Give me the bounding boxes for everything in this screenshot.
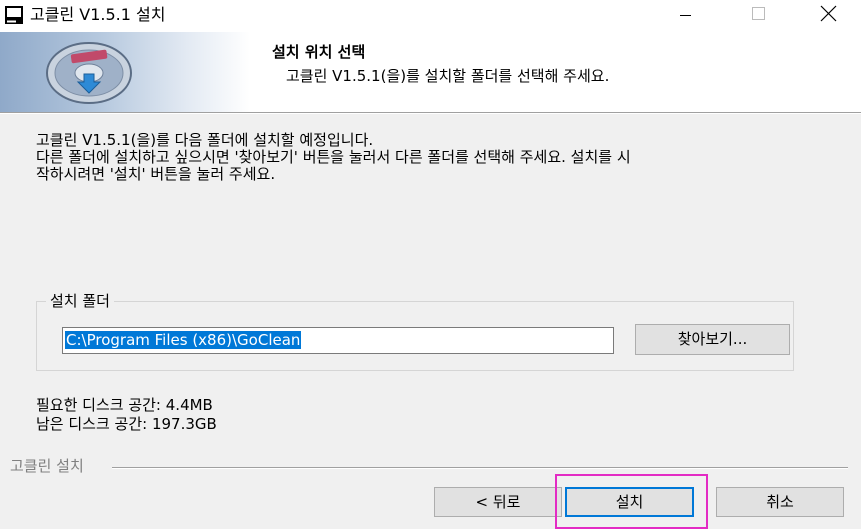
available-space: 남은 디스크 공간: 197.3GB (36, 415, 217, 433)
title-bar: 고클린 V1.5.1 설치 (0, 0, 861, 32)
footer-brand-label: 고클린 설치 (10, 456, 88, 476)
install-path-input[interactable]: C:\Program Files (x86)\GoClean (62, 327, 614, 354)
maximize-icon (752, 7, 765, 20)
page-subtitle: 고클린 V1.5.1(을)를 설치할 폴더를 선택해 주세요. (286, 67, 610, 85)
window-title: 고클린 V1.5.1 설치 (30, 5, 166, 24)
maximize-button[interactable] (741, 0, 787, 32)
header-divider (0, 112, 861, 114)
install-disc-icon (44, 40, 134, 106)
intro-line: 고클린 V1.5.1(을)를 다음 폴더에 설치할 예정입니다. (36, 131, 374, 149)
footer-divider (112, 467, 848, 469)
back-button[interactable]: < 뒤로 (434, 487, 562, 517)
intro-line: 다른 폴더에 설치하고 싶으시면 '찾아보기' 버튼을 눌러서 다른 폴더를 선… (36, 148, 631, 166)
install-path-value: C:\Program Files (x86)\GoClean (65, 331, 302, 349)
header-banner (0, 32, 250, 112)
minimize-button[interactable] (662, 0, 708, 32)
required-space: 필요한 디스크 공간: 4.4MB (36, 396, 213, 414)
disk-space-info: 필요한 디스크 공간: 4.4MB 남은 디스크 공간: 197.3GB (36, 396, 217, 434)
intro-line: 작하시려면 '설치' 버튼을 눌러 주세요. (36, 165, 276, 183)
browse-button[interactable]: 찾아보기... (635, 324, 790, 355)
page-title: 설치 위치 선택 (272, 43, 366, 61)
minimize-icon (680, 15, 691, 16)
close-button[interactable] (805, 0, 851, 32)
intro-text: 고클린 V1.5.1(을)를 다음 폴더에 설치할 예정입니다. 다른 폴더에 … (36, 132, 631, 183)
installer-computer-icon (4, 5, 24, 25)
header-panel: 설치 위치 선택 고클린 V1.5.1(을)를 설치할 폴더를 선택해 주세요. (0, 32, 861, 112)
install-button[interactable]: 설치 (565, 487, 694, 517)
cancel-button[interactable]: 취소 (716, 487, 844, 517)
close-icon (820, 5, 837, 22)
install-folder-label: 설치 폴더 (46, 291, 114, 311)
